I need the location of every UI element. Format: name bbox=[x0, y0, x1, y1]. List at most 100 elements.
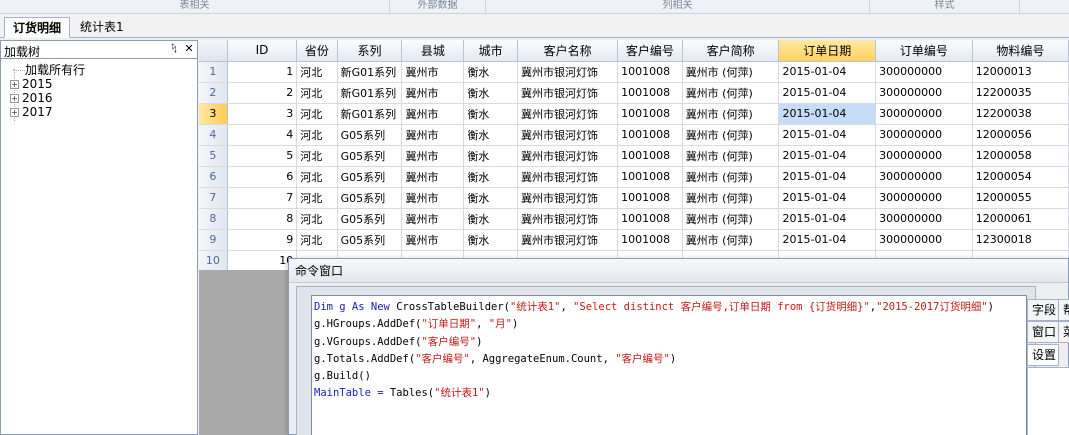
tab-order-details[interactable]: 订货明细 bbox=[4, 17, 71, 38]
column-header[interactable]: 订单日期 bbox=[778, 40, 877, 62]
table-cell[interactable]: 衡水 bbox=[463, 103, 518, 125]
table-cell[interactable]: 冀州市 (何萍) bbox=[682, 229, 780, 251]
table-cell[interactable]: 1001008 bbox=[617, 208, 683, 230]
tab-stats-table-1[interactable]: 统计表1 bbox=[72, 17, 132, 38]
table-cell[interactable]: 4 bbox=[227, 124, 298, 146]
table-cell[interactable]: 300000000 bbox=[875, 166, 973, 188]
table-cell[interactable]: 冀州市 (何萍) bbox=[682, 61, 780, 83]
table-cell[interactable]: 1001008 bbox=[617, 61, 683, 83]
column-header[interactable]: ID bbox=[227, 40, 298, 62]
table-row[interactable]: 7 7 河北 G05系列 冀州市 衡水 冀州市银河灯饰 1001008 冀州市 (何萍) 2015… bbox=[199, 187, 1069, 209]
table-cell[interactable]: 冀州市 (何萍) bbox=[682, 208, 780, 230]
table-cell[interactable]: 300000000 bbox=[875, 124, 973, 146]
table-cell[interactable]: 河北 bbox=[296, 103, 338, 125]
table-cell[interactable]: 300000000 bbox=[875, 187, 973, 209]
column-header[interactable]: 客户名称 bbox=[517, 40, 619, 62]
table-cell[interactable]: 9 bbox=[227, 229, 298, 251]
table-cell[interactable]: 冀州市 (何萍) bbox=[682, 82, 780, 104]
row-number[interactable]: 2 bbox=[199, 82, 228, 104]
table-row[interactable]: 1 1 河北 新G01系列 冀州市 衡水 冀州市银河灯饰 1001008 冀州市 (何萍) 201… bbox=[199, 61, 1069, 83]
table-cell[interactable]: 1 bbox=[227, 61, 298, 83]
table-cell[interactable]: 冀州市银河灯饰 bbox=[517, 208, 619, 230]
table-row[interactable]: 8 8 河北 G05系列 冀州市 衡水 冀州市银河灯饰 1001008 冀州市 (何萍) 2015… bbox=[199, 208, 1069, 230]
table-cell[interactable]: 冀州市银河灯饰 bbox=[517, 187, 619, 209]
row-number[interactable]: 7 bbox=[199, 187, 228, 209]
table-cell[interactable]: 2015-01-04 bbox=[778, 208, 877, 230]
table-cell[interactable]: 2 bbox=[227, 82, 298, 104]
expand-icon[interactable]: + bbox=[10, 108, 19, 117]
table-cell[interactable]: 300000000 bbox=[875, 208, 973, 230]
table-cell[interactable]: 河北 bbox=[296, 124, 338, 146]
table-cell[interactable]: 2015-01-04 bbox=[778, 145, 877, 167]
table-cell[interactable]: 冀州市 bbox=[401, 229, 465, 251]
side-tab-fields[interactable]: 字段 bbox=[1027, 299, 1059, 321]
table-cell[interactable]: G05系列 bbox=[337, 166, 403, 188]
tree-node-2016[interactable]: +2016 bbox=[10, 91, 53, 105]
table-cell[interactable]: 新G01系列 bbox=[337, 103, 403, 125]
table-cell[interactable]: 5 bbox=[227, 145, 298, 167]
table-row[interactable]: 9 9 河北 G05系列 冀州市 衡水 冀州市银河灯饰 1001008 冀州市 (何萍) 2015… bbox=[199, 229, 1069, 251]
table-cell[interactable]: 冀州市 bbox=[401, 166, 465, 188]
tree-node-load-all[interactable]: 加载所有行 bbox=[13, 63, 85, 77]
table-cell[interactable]: G05系列 bbox=[337, 229, 403, 251]
row-number[interactable]: 10 bbox=[199, 250, 228, 270]
table-cell[interactable]: 河北 bbox=[296, 187, 338, 209]
table-cell[interactable]: 河北 bbox=[296, 145, 338, 167]
table-cell[interactable]: 2015-01-04 bbox=[778, 166, 877, 188]
table-cell[interactable]: 12000056 bbox=[972, 124, 1069, 146]
table-cell[interactable]: 2015-01-04 bbox=[778, 82, 877, 104]
grid-corner[interactable] bbox=[199, 40, 228, 62]
table-cell[interactable]: 衡水 bbox=[463, 61, 518, 83]
table-row[interactable]: 4 4 河北 G05系列 冀州市 衡水 冀州市银河灯饰 1001008 冀州市 (何萍) 2015… bbox=[199, 124, 1069, 146]
close-icon[interactable]: ✕ bbox=[182, 42, 196, 56]
table-cell[interactable]: 冀州市 bbox=[401, 103, 465, 125]
table-cell[interactable]: 冀州市 bbox=[401, 208, 465, 230]
table-cell[interactable]: G05系列 bbox=[337, 208, 403, 230]
row-number[interactable]: 5 bbox=[199, 145, 228, 167]
column-header[interactable]: 物料编号 bbox=[972, 40, 1069, 62]
row-number[interactable]: 1 bbox=[199, 61, 228, 83]
table-cell[interactable]: 冀州市 bbox=[401, 61, 465, 83]
table-cell[interactable]: 冀州市 (何萍) bbox=[682, 145, 780, 167]
table-cell[interactable]: 冀州市银河灯饰 bbox=[517, 145, 619, 167]
table-cell[interactable]: 300000000 bbox=[875, 103, 973, 125]
table-cell[interactable]: 1001008 bbox=[617, 82, 683, 104]
table-cell[interactable]: 12200038 bbox=[972, 103, 1069, 125]
table-cell[interactable]: 新G01系列 bbox=[337, 61, 403, 83]
column-header[interactable]: 系列 bbox=[337, 40, 403, 62]
table-row[interactable]: 5 5 河北 G05系列 冀州市 衡水 冀州市银河灯饰 1001008 冀州市 (何萍) 2015… bbox=[199, 145, 1069, 167]
table-cell[interactable]: 冀州市 bbox=[401, 124, 465, 146]
table-cell[interactable]: 衡水 bbox=[463, 145, 518, 167]
table-cell[interactable]: 河北 bbox=[296, 208, 338, 230]
table-cell[interactable]: 1001008 bbox=[617, 229, 683, 251]
table-cell[interactable]: 河北 bbox=[296, 82, 338, 104]
table-cell[interactable]: 冀州市 bbox=[401, 145, 465, 167]
table-cell[interactable]: 衡水 bbox=[463, 166, 518, 188]
table-cell[interactable]: 2015-01-04 bbox=[778, 124, 877, 146]
pin-icon[interactable]: ᛪ bbox=[167, 42, 181, 56]
column-header[interactable]: 客户简称 bbox=[682, 40, 780, 62]
table-cell[interactable]: 冀州市银河灯饰 bbox=[517, 229, 619, 251]
table-row[interactable]: 2 2 河北 新G01系列 冀州市 衡水 冀州市银河灯饰 1001008 冀州市 (何萍) 201… bbox=[199, 82, 1069, 104]
row-number[interactable]: 4 bbox=[199, 124, 228, 146]
table-cell[interactable]: 河北 bbox=[296, 61, 338, 83]
table-cell[interactable]: 冀州市 bbox=[401, 187, 465, 209]
table-cell[interactable]: 12000061 bbox=[972, 208, 1069, 230]
command-window-title[interactable]: 命令窗口 bbox=[289, 259, 1068, 283]
column-header[interactable]: 县城 bbox=[401, 40, 465, 62]
tree-node-2015[interactable]: +2015 bbox=[10, 77, 53, 91]
table-cell[interactable]: G05系列 bbox=[337, 187, 403, 209]
table-cell[interactable]: 10 bbox=[227, 250, 298, 270]
table-cell[interactable]: 冀州市银河灯饰 bbox=[517, 124, 619, 146]
code-editor[interactable]: Dim g As New CrossTableBuilder("统计表1", "… bbox=[311, 295, 1027, 435]
table-cell[interactable]: 衡水 bbox=[463, 124, 518, 146]
row-number[interactable]: 9 bbox=[199, 229, 228, 251]
table-cell[interactable]: 12300018 bbox=[972, 229, 1069, 251]
expand-icon[interactable]: + bbox=[10, 94, 19, 103]
table-cell[interactable]: 6 bbox=[227, 166, 298, 188]
column-header[interactable]: 省份 bbox=[296, 40, 338, 62]
column-header[interactable]: 客户编号 bbox=[617, 40, 683, 62]
table-cell[interactable]: 冀州市 (何萍) bbox=[682, 187, 780, 209]
table-cell[interactable]: 2015-01-04 bbox=[778, 229, 877, 251]
table-cell[interactable]: 冀州市 (何萍) bbox=[682, 124, 780, 146]
